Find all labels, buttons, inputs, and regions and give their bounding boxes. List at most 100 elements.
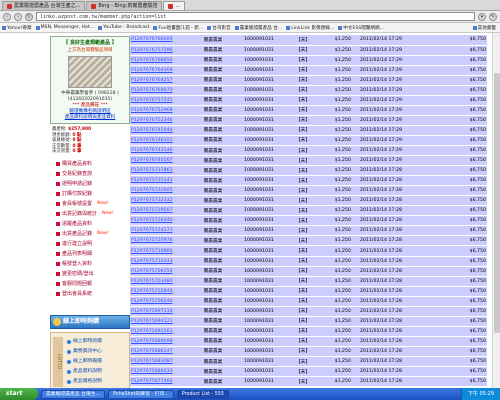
sidebar-menu-item[interactable]: 帳號登入資料 <box>50 259 130 269</box>
product-image[interactable] <box>68 56 112 88</box>
order-id-link[interactable]: P1297675737861 <box>130 165 192 177</box>
bookmark-item[interactable]: 台湾影音 <box>207 25 231 31</box>
order-id-link[interactable]: P1297675726340 <box>130 215 192 227</box>
status-cell: 【未】 <box>284 235 322 247</box>
table-row: P1297675732605 實農農業 1000091031 【未】 $1,250 201… <box>130 185 487 197</box>
sidebar-menu-item[interactable]: 登出會員系統 <box>50 289 130 299</box>
order-id-link[interactable]: P1297676752346 <box>130 115 192 126</box>
order-id-link[interactable]: P1297675720976 <box>130 235 192 247</box>
total-cell: $6,750 <box>410 225 487 237</box>
forward-icon[interactable]: › <box>14 12 22 21</box>
total-cell: $6,750 <box>410 316 487 327</box>
order-id-link[interactable]: P1297675694121 <box>130 316 192 327</box>
taskbar-button[interactable]: PchaShot的練習 - 打印... <box>108 389 174 399</box>
browser-tab-active[interactable]: ... <box>163 1 186 10</box>
sidebar-menu-item[interactable]: 客服問題回報 <box>50 279 130 289</box>
product-code-cell: 1000091031 <box>234 185 284 197</box>
order-id-link[interactable]: P1297675729507 <box>130 205 192 217</box>
order-id-link[interactable]: P1297676766009 <box>130 35 192 46</box>
sidebar-menu-item[interactable]: 會員帳號設置 New! <box>50 199 130 209</box>
order-id-link[interactable]: P1297675697110 <box>130 306 192 317</box>
promo-item[interactable]: 線上即時報價 <box>67 357 129 367</box>
table-row: P1297675735143 實農農業 1000091031 【未】 $1,250 201… <box>130 175 487 187</box>
start-button[interactable]: start <box>0 388 38 400</box>
sidebar-menu-item[interactable]: 變更密碼/登出 <box>50 269 130 279</box>
order-id-link[interactable]: P1297675724173 <box>130 225 192 237</box>
price-cell: $1,250 <box>322 356 352 368</box>
order-id-link[interactable]: P1297675703480 <box>130 276 192 287</box>
sidebar-menu-item[interactable]: 購買產品資料 <box>50 159 130 169</box>
taskbar-button[interactable]: 農業驗證農產品 台灣生... <box>41 389 106 399</box>
order-id-link[interactable]: P1297676764257 <box>130 75 192 86</box>
order-id-link[interactable]: P1297676768856 <box>130 55 192 66</box>
sidebar-menu-item[interactable]: 進行建立說明 <box>50 239 130 249</box>
order-id-link[interactable]: P1297675735143 <box>130 175 192 187</box>
page-scrollbar[interactable] <box>492 33 500 388</box>
url-input[interactable]: linko.azpost.com.tw/member.php?action=li… <box>36 12 475 21</box>
promo-item[interactable]: 線上即時詢價 <box>67 337 129 347</box>
wrench-icon[interactable]: ✎ <box>489 12 497 21</box>
bullet-icon <box>56 221 60 226</box>
bookmark-item[interactable]: MSN, Messenger, Hot... <box>35 25 94 30</box>
order-id-link[interactable]: P1297675691563 <box>130 326 192 337</box>
browser-tab-bar: 農業驗證農產品 台灣生產之... Bing - Bing:真實農產驗證 ... <box>0 0 500 11</box>
order-id-link[interactable]: P1297675732605 <box>130 185 192 197</box>
order-id-link[interactable]: P1297675683087 <box>130 356 192 368</box>
order-id-link[interactable]: P1297675706155 <box>130 266 192 277</box>
order-id-link[interactable]: P1297676760070 <box>130 85 192 96</box>
order-id-link[interactable]: P1297676757596 <box>130 45 192 56</box>
back-icon[interactable]: ‹ <box>3 12 11 21</box>
scrollbar-thumb[interactable] <box>494 73 500 333</box>
sidebar-menu-item[interactable]: 產品列表明細 <box>50 249 130 259</box>
page-menu-icon[interactable]: ▾ <box>478 12 486 21</box>
reload-icon[interactable]: ↻ <box>25 12 33 21</box>
order-id-link[interactable]: P1297675700240 <box>130 296 192 307</box>
promo-item[interactable]: 產品價格說明 <box>67 377 129 387</box>
bookmark-item[interactable]: Fun哈畫面[1週 - 新... <box>153 25 203 31</box>
sidebar-link[interactable]: 產品資料說明與產品資料 <box>53 115 127 121</box>
live-inquiry-banner[interactable]: 線上即時詢購 <box>50 315 130 329</box>
order-id-link[interactable]: P1297676764369 <box>130 65 192 76</box>
browser-tab[interactable]: Bing - Bing:真實農產驗證 <box>86 1 163 10</box>
bookmark-item[interactable]: 中文ESS閱覽網網... <box>338 25 384 31</box>
order-id-link[interactable]: P1297676743146 <box>130 145 192 157</box>
date-cell: 2011/02/14 17:28 <box>352 346 410 358</box>
order-id-link[interactable]: P1297676752968 <box>130 105 192 116</box>
sidebar-menu-item[interactable]: 交易紀錄查詢 <box>50 169 130 179</box>
sidebar-menu-item[interactable]: 出貨記錄與統計 New! <box>50 209 130 219</box>
date-cell: 2011/02/14 17:28 <box>352 366 410 378</box>
status-cell: 【未】 <box>284 175 322 187</box>
sidebar-menu-item[interactable]: 追蹤產品資料 <box>50 219 130 229</box>
order-id-link[interactable]: P1297675680433 <box>130 366 192 378</box>
menu-label: 登出會員系統 <box>62 291 93 298</box>
total-cell: $6,750 <box>410 95 487 106</box>
taskbar-button-active[interactable]: Product List - 555 <box>176 389 229 399</box>
bookmark-item[interactable]: YouTube - Broadcast <box>98 25 149 30</box>
order-id-link[interactable]: P1297676757245 <box>130 95 192 106</box>
promo-item[interactable]: 產品資料說明 <box>67 367 129 377</box>
bookmark-icon <box>153 25 158 30</box>
order-id-link[interactable]: P1297675732332 <box>130 195 192 207</box>
bookmark-label: 中文ESS閱覽網網... <box>343 25 384 31</box>
order-id-link[interactable]: P1297676745044 <box>130 125 192 136</box>
order-id-link[interactable]: P1297675686147 <box>130 346 192 358</box>
sidebar-menu-item[interactable]: 訂購付款紀錄 <box>50 189 130 199</box>
other-bookmarks[interactable]: 其他書籤 <box>472 25 496 31</box>
order-id-link[interactable]: P1297675677460 <box>130 376 192 388</box>
browser-tab[interactable]: 農業驗證農產品 台灣生產之... <box>2 1 86 10</box>
bookmark-item[interactable]: Yahoo!奇摩 <box>2 25 32 31</box>
order-id-link[interactable]: P1297676740167 <box>130 155 192 167</box>
status-cell: 【未】 <box>284 245 322 257</box>
price-cell: $1,250 <box>322 195 352 207</box>
bookmark-item[interactable]: LinkLink 影像匯線... <box>286 25 334 31</box>
order-id-link[interactable]: P1297675689098 <box>130 336 192 347</box>
order-id-link[interactable]: P1297676746101 <box>130 135 192 147</box>
sidebar-menu-item[interactable]: 出貨產品記錄 New! <box>50 229 130 239</box>
order-id-link[interactable]: P1297675716860 <box>130 245 192 257</box>
promo-item[interactable]: 業務資訊中心 <box>67 347 129 357</box>
date-cell: 2011/02/14 17:28 <box>352 316 410 327</box>
order-id-link[interactable]: P1297675702846 <box>130 286 192 297</box>
bookmark-item[interactable]: 農業驗證農產品 台... <box>234 25 282 31</box>
order-id-link[interactable]: P1297675710333 <box>130 256 192 267</box>
sidebar-menu-item[interactable]: 證明申請記錄 <box>50 179 130 189</box>
